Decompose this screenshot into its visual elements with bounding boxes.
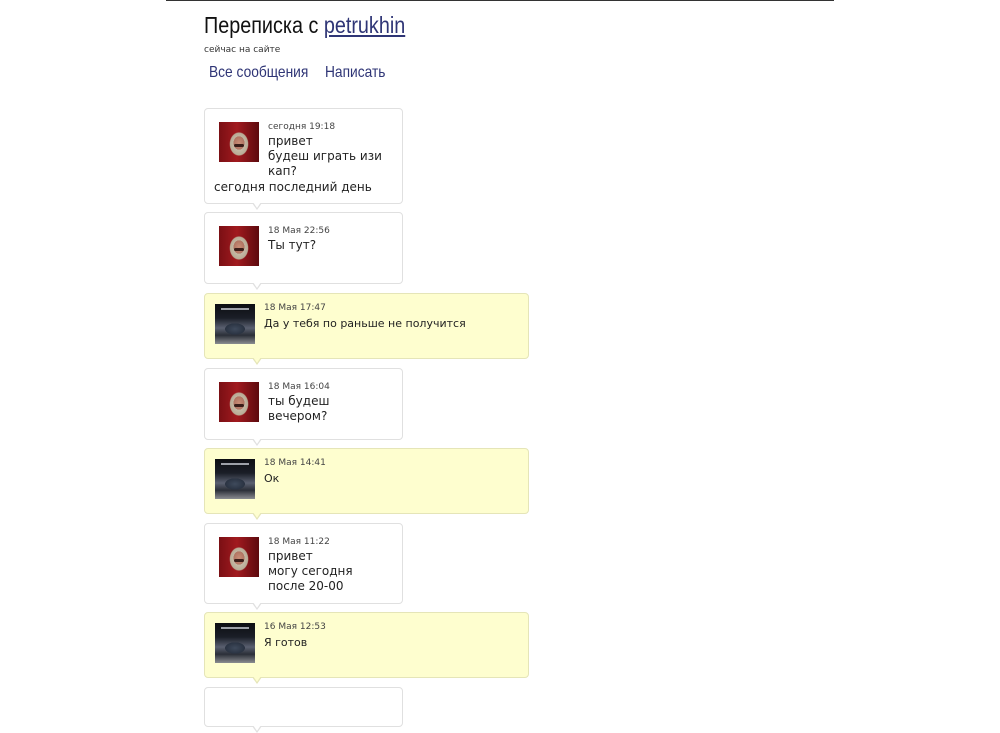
message-bubble: 18 Мая 22:56 Ты тут? <box>204 212 403 290</box>
friend-avatar[interactable] <box>219 122 259 162</box>
page-title-prefix: Переписка с <box>204 12 319 38</box>
message-time: 18 Мая 14:41 <box>264 458 326 468</box>
friend-avatar[interactable] <box>219 382 259 422</box>
message-time: 16 Мая 12:53 <box>264 622 326 632</box>
message-bubble: 18 Мая 16:04 ты будеш вечером? <box>204 368 403 446</box>
write-message-link[interactable]: Написать <box>325 64 394 82</box>
own-avatar[interactable] <box>215 623 255 663</box>
message-bubble-own: 16 Мая 12:53 Я готов <box>204 612 529 684</box>
friend-avatar[interactable] <box>219 537 259 577</box>
username-link[interactable]: petrukhin <box>324 12 405 38</box>
message-time: 18 Мая 16:04 <box>268 382 330 392</box>
message-bubble: 18 Мая 11:22 привет могу сегодня после 2… <box>204 523 403 610</box>
message-time: 18 Мая 11:22 <box>268 537 330 547</box>
message-text: Ты тут? <box>268 238 317 252</box>
message-text: Да у тебя по раньше не получится <box>264 317 466 330</box>
message-time: сегодня 19:18 <box>268 122 336 132</box>
own-avatar[interactable] <box>215 304 255 344</box>
message-time: 18 Мая 17:47 <box>264 303 326 313</box>
message-bubble-own: 18 Мая 17:47 Да у тебя по раньше не полу… <box>204 293 529 365</box>
online-status: сейчас на сайте <box>204 45 281 55</box>
message-bubble: сегодня 19:18 привет будеш играть изи ка… <box>204 108 403 210</box>
message-bubble-partial <box>204 687 403 733</box>
message-text: привет будеш играть изи кап? <box>268 134 382 178</box>
message-time: 18 Мая 22:56 <box>268 226 330 236</box>
message-text: привет могу сегодня после 20-00 <box>268 549 353 593</box>
message-bubble-own: 18 Мая 14:41 Ок <box>204 448 529 520</box>
message-text-continued: сегодня последний день <box>214 180 372 194</box>
message-text: Я готов <box>264 636 308 649</box>
message-text: ты будеш вечером? <box>268 394 330 423</box>
conversation-nav: Все сообщения Написать <box>209 64 405 82</box>
top-border <box>166 0 834 1</box>
own-avatar[interactable] <box>215 459 255 499</box>
message-text: Ок <box>264 472 280 485</box>
friend-avatar[interactable] <box>219 226 259 266</box>
page-title: Переписка с petrukhin <box>204 12 405 39</box>
all-messages-link[interactable]: Все сообщения <box>209 64 309 82</box>
